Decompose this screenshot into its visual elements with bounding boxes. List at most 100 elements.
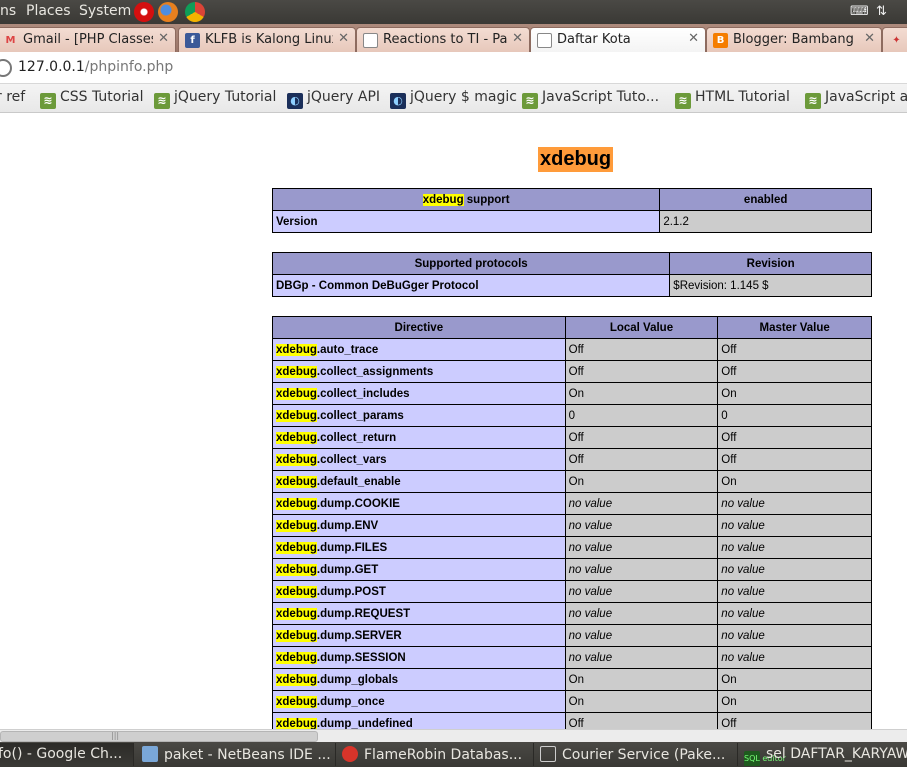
directive-suffix: .dump_globals [316, 673, 399, 686]
bookmark-jquery-magic[interactable]: ◐ jQuery $ magic [390, 89, 517, 109]
table-row: xdebug.dump.POST no value no value [272, 580, 872, 603]
directive-name: xdebug.collect_return [272, 426, 566, 449]
highlight-keyword: xdebug [276, 387, 317, 400]
directive-name: xdebug.dump.REQUEST [272, 602, 566, 625]
local-value: Off [564, 448, 719, 471]
task-sql-editor[interactable]: SQL editorsel DAFTAR_KARYAW [738, 743, 907, 766]
protocols-table: Supported protocols Revision DBGp - Comm… [271, 252, 872, 297]
directive-name: xdebug.collect_includes [272, 382, 566, 405]
table-row: xdebug.collect_vars Off Off [272, 448, 872, 471]
local-value: On [564, 668, 719, 691]
bookmark-javascript-a[interactable]: ≋ JavaScript a [805, 89, 907, 109]
netbeans-icon [142, 746, 158, 762]
highlight-keyword: xdebug [276, 585, 317, 598]
directive-name: xdebug.dump.COOKIE [272, 492, 566, 515]
directive-name: xdebug.dump.SESSION [272, 646, 566, 669]
master-value: On [717, 470, 872, 493]
url-text[interactable]: 127.0.0.1/phpinfo.php [18, 59, 173, 75]
bookmarks-bar: r ref ≋CSS Tutorial ≋jQuery Tutorial ◐jQ… [0, 84, 907, 113]
bookmark-css-tutorial[interactable]: ≋ CSS Tutorial [40, 89, 143, 109]
highlight-keyword: xdebug [276, 695, 317, 708]
task-netbeans[interactable]: paket - NetBeans IDE ... [136, 743, 336, 766]
page-icon: ✦ [892, 35, 901, 46]
local-value: no value [564, 602, 719, 625]
close-icon[interactable]: ✕ [158, 31, 169, 46]
task-flamerobin[interactable]: FlameRobin Databas... [336, 743, 534, 766]
table-row: xdebug.default_enable On On [272, 470, 872, 493]
directive-suffix: .dump.COOKIE [316, 497, 400, 510]
bottom-taskbar: fo() - Google Ch... paket - NetBeans IDE… [0, 742, 907, 767]
highlight-keyword: xdebug [276, 607, 317, 620]
chrome-launcher-icon[interactable] [185, 2, 205, 22]
local-value: no value [564, 646, 719, 669]
support-header: xdebug support [271, 188, 661, 211]
table-row: xdebug.auto_trace Off Off [272, 338, 872, 361]
local-value: Off [564, 712, 719, 729]
protocol-label: DBGp - Common DeBuGger Protocol [271, 274, 671, 297]
directives-table: Directive Local Value Master Value xdebu… [272, 316, 872, 729]
local-value: no value [564, 514, 719, 537]
bookmark-label: jQuery API [307, 89, 381, 105]
table-row: xdebug.dump.FILES no value no value [272, 536, 872, 559]
tab-gmail[interactable]: M Gmail - [PHP Classes] Ac ✕ [0, 27, 176, 52]
network-icon[interactable]: ⇅ [876, 4, 887, 19]
highlight-keyword: xdebug [276, 343, 317, 356]
bookmark-jquery-tutorial[interactable]: ≋ jQuery Tutorial [154, 89, 276, 109]
local-value: no value [564, 580, 719, 603]
tab-blogger[interactable]: B Blogger: Bambang P nc ✕ [706, 27, 882, 52]
w3schools-icon: ≋ [40, 93, 56, 109]
close-icon[interactable]: ✕ [512, 31, 523, 46]
master-value: no value [717, 558, 872, 581]
table-row: xdebug.dump.SESSION no value no value [272, 646, 872, 669]
close-icon[interactable]: ✕ [688, 31, 699, 46]
highlight-keyword: xdebug [276, 651, 317, 664]
task-courier-service[interactable]: Courier Service (Pake... [534, 743, 738, 766]
master-value: no value [717, 492, 872, 515]
tab-reactions[interactable]: Reactions to TI - Page ✕ [356, 27, 530, 52]
directive-suffix: .collect_vars [316, 453, 387, 466]
address-bar[interactable]: 127.0.0.1/phpinfo.php [0, 52, 907, 84]
opera-icon[interactable] [134, 2, 154, 22]
directive-suffix: .dump.REQUEST [316, 607, 411, 620]
bookmark-ref[interactable]: r ref [0, 89, 25, 105]
local-value: Off [564, 338, 719, 361]
directive-suffix: .dump_undefined [316, 717, 413, 730]
directive-suffix: .dump.POST [316, 585, 386, 598]
bookmark-javascript-tutorial[interactable]: ≋ JavaScript Tuto... [522, 89, 659, 109]
firefox-icon[interactable] [158, 2, 178, 22]
directive-name: xdebug.collect_vars [272, 448, 566, 471]
table-row: xdebug.collect_includes On On [272, 382, 872, 405]
bookmark-jquery-api[interactable]: ◐ jQuery API [287, 89, 380, 109]
master-value: no value [717, 646, 872, 669]
tab-overflow[interactable]: ✦ [882, 27, 907, 52]
task-google-chrome[interactable]: fo() - Google Ch... [0, 743, 134, 766]
version-value: 2.1.2 [659, 210, 872, 233]
keyboard-icon[interactable]: ⌨ [850, 4, 869, 19]
close-icon[interactable]: ✕ [864, 31, 875, 46]
page-content: xdebug xdebug support enabled Version 2.… [0, 114, 907, 729]
master-value: On [717, 668, 872, 691]
tab-klfb[interactable]: f KLFB is Kalong Linux Fa ✕ [178, 27, 356, 52]
sql-editor-icon: SQL editor [744, 751, 786, 766]
w3schools-icon: ≋ [154, 93, 170, 109]
places-menu[interactable]: Places [26, 3, 71, 19]
local-value: no value [564, 558, 719, 581]
bookmark-html-tutorial[interactable]: ≋ HTML Tutorial [675, 89, 790, 109]
master-value: On [717, 690, 872, 713]
table-row: xdebug.dump_globals On On [272, 668, 872, 691]
local-value: On [564, 470, 719, 493]
close-icon[interactable]: ✕ [338, 31, 349, 46]
horizontal-scrollbar[interactable]: ||| [0, 729, 907, 742]
master-value: Off [717, 712, 872, 729]
applications-menu[interactable]: ns [0, 3, 16, 19]
master-value: Off [717, 426, 872, 449]
system-menu[interactable]: System [79, 3, 131, 19]
tab-daftar-kota[interactable]: Daftar Kota ✕ [530, 27, 706, 52]
table-row: xdebug.dump.REQUEST no value no value [272, 602, 872, 625]
w3schools-icon: ≋ [805, 93, 821, 109]
task-label: Courier Service (Pake... [562, 747, 726, 763]
scrollbar-thumb[interactable]: ||| [0, 731, 318, 742]
master-value: Off [717, 360, 872, 383]
highlight-keyword: xdebug [276, 673, 317, 686]
directive-suffix: .collect_return [316, 431, 397, 444]
